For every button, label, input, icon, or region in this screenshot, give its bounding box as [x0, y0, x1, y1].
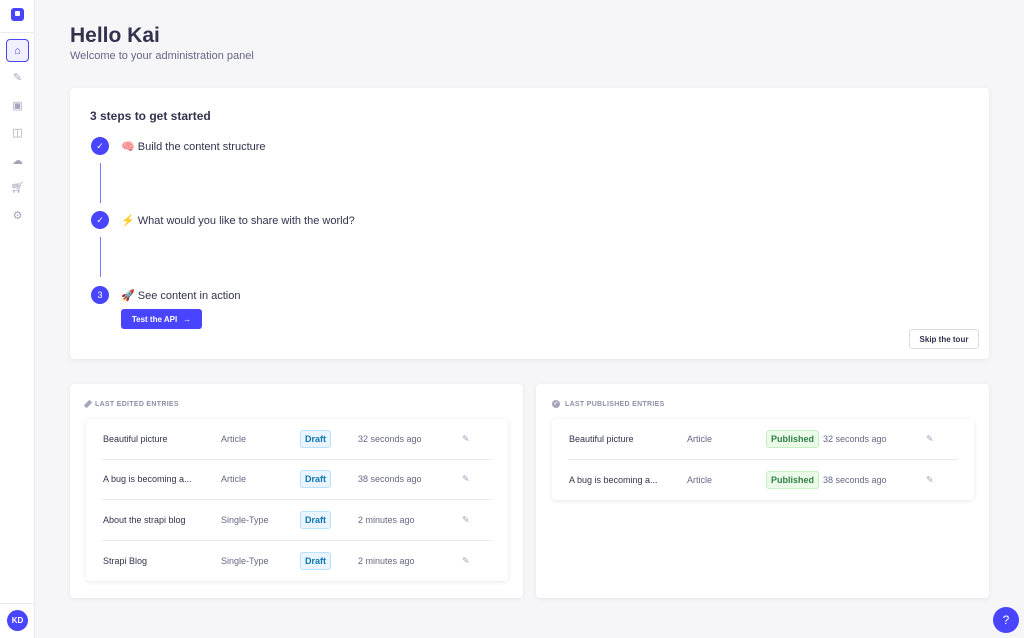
entry-type: Article — [687, 433, 713, 444]
page-title: Hello Kai — [70, 24, 160, 47]
table-row[interactable]: Strapi Blog Single-Type Draft 2 minutes … — [102, 541, 492, 582]
cloud-icon[interactable]: ☁ — [6, 149, 29, 172]
home-icon[interactable]: ⌂ — [6, 39, 29, 62]
edit-pencil-icon[interactable]: ✎ — [926, 433, 934, 444]
section-title: LAST PUBLISHED ENTRIES — [565, 400, 665, 408]
logo[interactable] — [11, 8, 24, 21]
table-row[interactable]: Beautiful picture Article Published 32 s… — [568, 419, 958, 460]
table-row[interactable]: Beautiful picture Article Draft 32 secon… — [102, 419, 492, 460]
gear-icon[interactable]: ⚙ — [6, 204, 29, 227]
entry-name: Strapi Blog — [103, 555, 148, 566]
entry-time: 32 seconds ago — [358, 433, 422, 444]
entry-type: Article — [221, 474, 247, 485]
status-badge: Published — [766, 470, 820, 489]
last-published-card: ✓ LAST PUBLISHED ENTRIES Beautiful pictur… — [536, 384, 989, 598]
divider — [0, 603, 35, 604]
table-row[interactable]: A bug is becoming a... Article Draft 38 … — [102, 460, 492, 500]
entry-type: Article — [687, 474, 713, 485]
status-badge: Draft — [300, 470, 332, 489]
skip-tour-button[interactable]: Skip the tour — [909, 329, 979, 349]
page-subtitle: Welcome to your administration panel — [70, 50, 254, 62]
entries-table: Beautiful picture Article Draft 32 secon… — [86, 419, 508, 581]
entry-name: A bug is becoming a... — [569, 474, 658, 485]
sidebar: ⌂ ✎ ▣ ◫ ☁ 🛒︎ ⚙ KD — [0, 0, 35, 638]
divider — [0, 32, 35, 33]
entry-time: 2 minutes ago — [358, 555, 415, 566]
entry-name: Beautiful picture — [569, 433, 634, 444]
edit-pencil-icon[interactable]: ✎ — [926, 474, 934, 485]
entry-type: Article — [221, 433, 247, 444]
feather-icon[interactable]: ✎ — [6, 66, 29, 89]
button-label: Test the API — [131, 314, 178, 324]
step-label: ⚡ What would you like to share with the … — [121, 215, 355, 227]
edit-pencil-icon[interactable]: ✎ — [462, 474, 470, 485]
check-circle-icon: ✓ — [552, 400, 560, 408]
layout-icon[interactable]: ◫ — [6, 121, 29, 144]
edit-pencil-icon[interactable]: ✎ — [462, 433, 470, 444]
step-label: 🚀 See content in action — [121, 290, 241, 302]
entry-time: 2 minutes ago — [358, 514, 415, 525]
help-button[interactable]: ? — [993, 607, 1019, 633]
check-icon: ✓ — [91, 211, 109, 229]
step-connector — [99, 163, 101, 203]
test-api-button[interactable]: Test the API → — [121, 309, 202, 329]
step-number: 3 — [91, 286, 109, 304]
entry-type: Single-Type — [221, 514, 269, 525]
question-icon: ? — [1002, 613, 1010, 627]
avatar[interactable]: KD — [7, 610, 28, 631]
steps-title: 3 steps to get started — [90, 109, 211, 123]
media-icon[interactable]: ▣ — [6, 94, 29, 117]
entry-type: Single-Type — [221, 555, 269, 566]
entry-name: Beautiful picture — [103, 433, 168, 444]
onboarding-steps-card: 3 steps to get started ✓ 🧠 Build the con… — [70, 88, 989, 359]
step-label: 🧠 Build the content structure — [121, 141, 266, 153]
status-badge: Draft — [300, 551, 332, 570]
status-badge: Draft — [300, 510, 332, 529]
table-row[interactable]: About the strapi blog Single-Type Draft … — [102, 500, 492, 541]
cart-icon[interactable]: 🛒︎ — [6, 176, 29, 199]
entry-time: 38 seconds ago — [358, 474, 422, 485]
entry-time: 32 seconds ago — [823, 433, 887, 444]
section-title: LAST EDITED ENTRIES — [95, 400, 179, 408]
edit-pencil-icon[interactable]: ✎ — [462, 514, 470, 525]
step-connector — [99, 237, 101, 277]
entry-name: About the strapi blog — [103, 514, 186, 525]
check-icon: ✓ — [91, 137, 109, 155]
entry-name: A bug is becoming a... — [103, 474, 192, 485]
edit-pencil-icon[interactable]: ✎ — [462, 555, 470, 566]
pencil-icon — [83, 399, 93, 409]
entries-table: Beautiful picture Article Published 32 s… — [552, 419, 974, 500]
status-badge: Published — [766, 429, 820, 448]
entry-time: 38 seconds ago — [823, 474, 887, 485]
last-edited-card: LAST EDITED ENTRIES Beautiful picture Ar… — [70, 384, 523, 598]
arrow-right-icon: → — [183, 314, 192, 324]
table-row[interactable]: A bug is becoming a... Article Published… — [568, 460, 958, 501]
status-badge: Draft — [300, 429, 332, 448]
